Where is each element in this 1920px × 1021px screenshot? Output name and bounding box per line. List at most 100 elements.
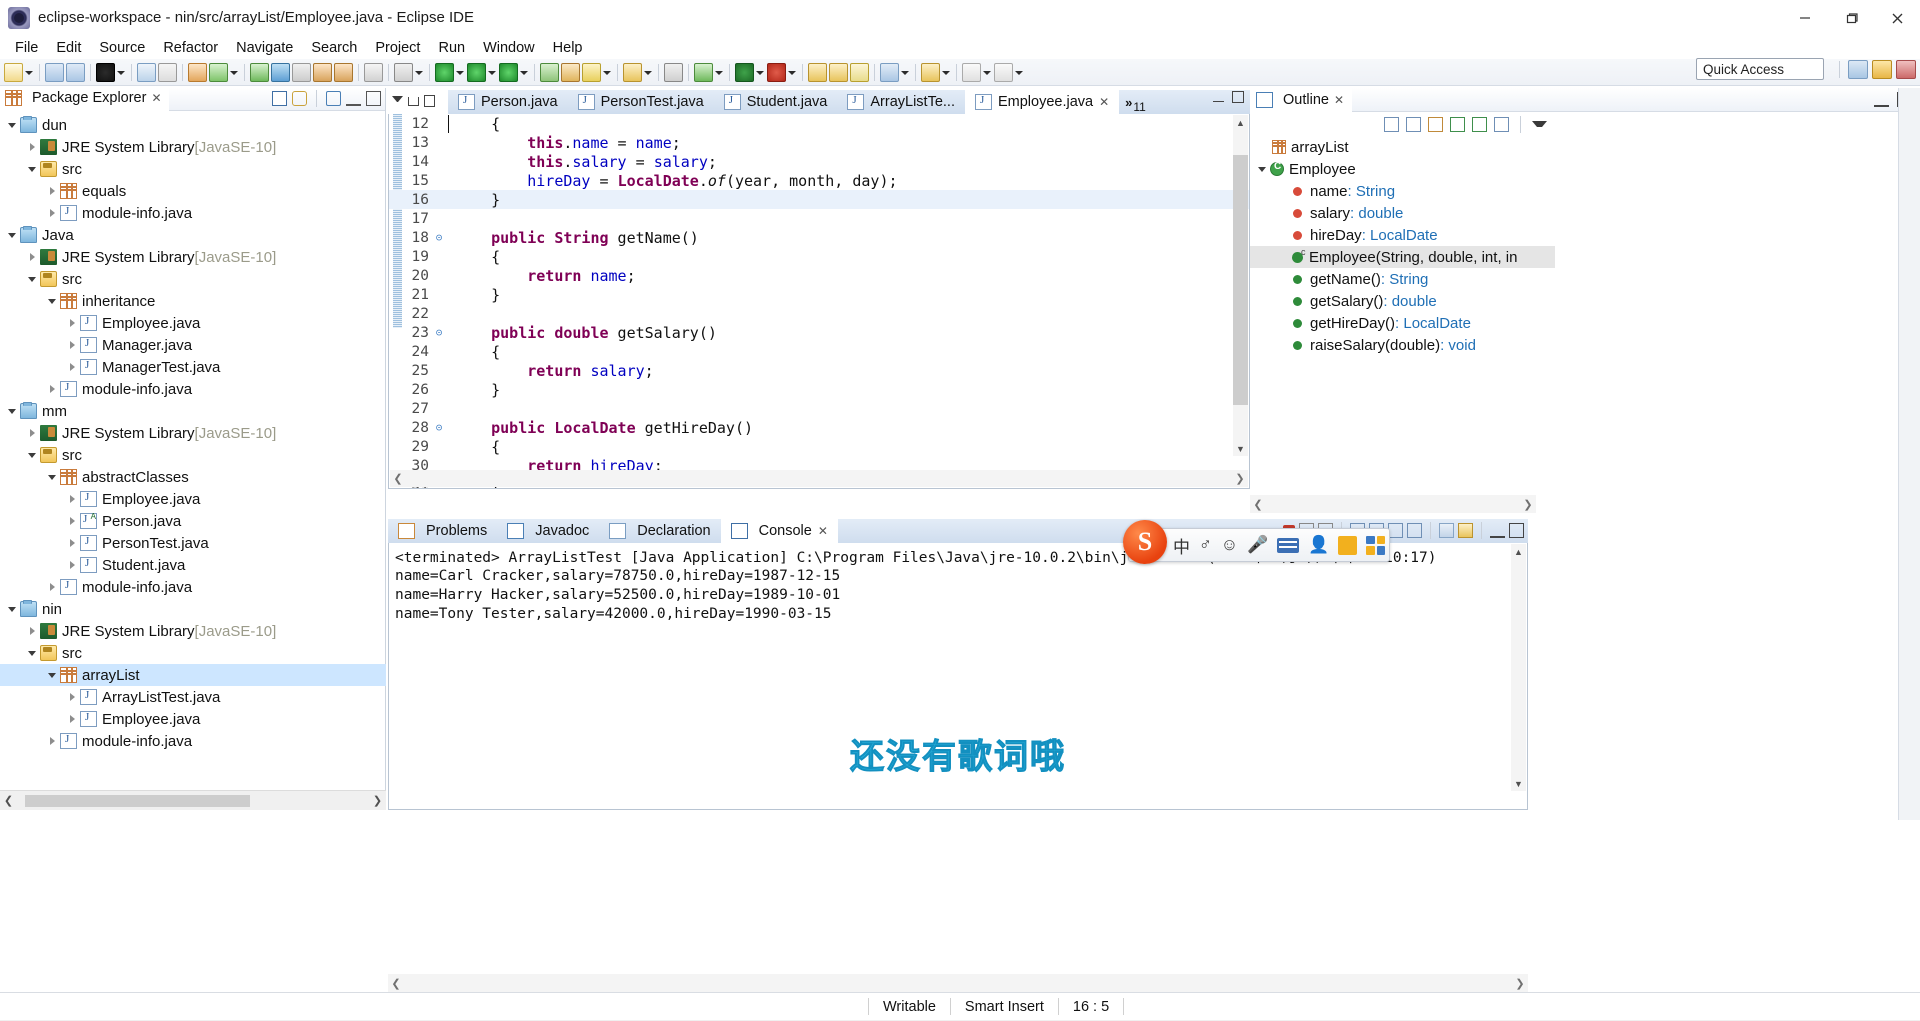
code-line[interactable]: 18 ⊝ public String getName() — [389, 228, 1249, 247]
history-icon[interactable] — [561, 62, 580, 82]
tree-item-module-info-java[interactable]: module-info.java — [0, 730, 386, 752]
outline-item-raisesalary-double[interactable]: raiseSalary(double) : void — [1250, 334, 1555, 356]
code-line[interactable]: 21 } — [389, 285, 1249, 304]
console-tab-declaration[interactable]: Declaration — [599, 519, 720, 543]
console-tab-problems[interactable]: Problems — [388, 519, 497, 543]
scroll-left-icon[interactable]: ❮ — [390, 472, 406, 485]
expand-arrow-down-icon[interactable] — [4, 409, 20, 414]
scroll-right-icon[interactable]: ❯ — [1232, 472, 1248, 485]
maximize-editor-icon[interactable] — [424, 95, 435, 107]
link-icon[interactable] — [292, 62, 311, 82]
save-all-icon[interactable] — [66, 62, 85, 82]
code-line[interactable]: 22 — [389, 304, 1249, 323]
menu-search[interactable]: Search — [302, 38, 366, 58]
download-icon[interactable] — [623, 62, 642, 82]
expand-arrow-down-icon[interactable] — [4, 233, 20, 238]
code-line[interactable]: 16 } — [389, 190, 1249, 209]
console-vscrollbar[interactable]: ▲ ▼ — [1511, 544, 1526, 791]
search-icon[interactable] — [250, 62, 269, 82]
tree-item-managertest-java[interactable]: ManagerTest.java — [0, 356, 386, 378]
new-wizard-icon[interactable] — [4, 62, 23, 82]
editor-tab-employee-java[interactable]: Employee.java ✕ — [964, 90, 1120, 114]
open-perspective-icon[interactable] — [1848, 60, 1868, 79]
collapse-all-icon[interactable] — [272, 91, 287, 106]
tree-item-module-info-java[interactable]: module-info.java — [0, 378, 386, 400]
hscroll-track[interactable] — [17, 791, 369, 810]
hide-nonpublic-icon[interactable] — [1472, 116, 1487, 132]
edit-icon[interactable] — [850, 62, 869, 82]
toolbar-dropdown-arrow[interactable] — [900, 63, 909, 82]
expand-arrow-right-icon[interactable] — [64, 363, 80, 371]
forward-icon[interactable] — [994, 62, 1013, 82]
open-file-icon[interactable] — [808, 62, 827, 82]
outline-item-gethireday[interactable]: getHireDay() : LocalDate — [1250, 312, 1555, 334]
minimize-button[interactable] — [1782, 0, 1828, 36]
toolbar-dropdown-arrow[interactable] — [602, 63, 611, 82]
bookmark-icon[interactable] — [921, 62, 940, 82]
menu-file[interactable]: File — [6, 38, 47, 58]
toolbar-dropdown-arrow[interactable] — [1014, 63, 1023, 82]
tree-item-employee-java[interactable]: Employee.java — [0, 312, 386, 334]
open-folder-icon[interactable] — [829, 62, 848, 82]
scroll-down-icon[interactable]: ▼ — [1511, 776, 1526, 791]
hide-local-types-icon[interactable] — [1494, 116, 1509, 132]
code-line[interactable]: 29 { — [389, 437, 1249, 456]
close-icon[interactable]: ✕ — [151, 91, 161, 105]
scroll-left-icon[interactable]: ❮ — [388, 977, 404, 990]
menu-project[interactable]: Project — [366, 38, 429, 58]
ime-language-mode[interactable]: 中 — [1173, 533, 1190, 558]
expand-arrow-down-icon[interactable] — [24, 277, 40, 282]
scroll-down-icon[interactable]: ▼ — [1233, 441, 1248, 456]
code-line[interactable]: 28 ⊝ public LocalDate getHireDay() — [389, 418, 1249, 437]
tree-item-persontest-java[interactable]: PersonTest.java — [0, 532, 386, 554]
expand-arrow-right-icon[interactable] — [64, 539, 80, 547]
new-java-class-icon[interactable] — [137, 62, 156, 82]
next-annotation-icon[interactable] — [334, 62, 353, 82]
scroll-up-icon[interactable]: ▲ — [1233, 115, 1248, 130]
maximize-icon[interactable] — [1232, 91, 1244, 103]
profile-icon[interactable] — [499, 62, 518, 82]
editor-vscrollbar[interactable]: ▲ ▼ — [1233, 115, 1248, 456]
toolbar-dropdown-arrow[interactable] — [982, 63, 991, 82]
view-icon[interactable] — [880, 62, 899, 82]
editor-tab-person-java[interactable]: Person.java — [448, 90, 568, 114]
tree-item-src[interactable]: src — [0, 642, 386, 664]
expand-arrow-right-icon[interactable] — [24, 627, 40, 635]
code-line[interactable]: 15 hireDay = LocalDate.of(year, month, d… — [389, 171, 1249, 190]
tree-item-src[interactable]: src — [0, 158, 386, 180]
expand-arrow-right-icon[interactable] — [44, 209, 60, 217]
code-line[interactable]: 23 ⊝ public double getSalary() — [389, 323, 1249, 342]
expand-arrow-right-icon[interactable] — [44, 737, 60, 745]
save-icon[interactable] — [45, 62, 64, 82]
editor-icon[interactable] — [271, 62, 290, 82]
new-annotation-icon[interactable] — [582, 62, 601, 82]
tree-item-jre-system-library[interactable]: JRE System Library [JavaSE-10] — [0, 620, 386, 642]
java-perspective-icon[interactable] — [1872, 60, 1892, 79]
expand-arrow-right-icon[interactable] — [44, 385, 60, 393]
expand-arrow-down-icon[interactable] — [44, 299, 60, 304]
expand-arrow-right-icon[interactable] — [64, 693, 80, 701]
outline-item-employee[interactable]: Employee — [1250, 158, 1555, 180]
close-icon[interactable]: ✕ — [818, 524, 828, 538]
toolbar-dropdown-arrow[interactable] — [787, 63, 796, 82]
maximize-button[interactable] — [1828, 0, 1874, 36]
toolbar-dropdown-arrow[interactable] — [755, 63, 764, 82]
view-menu-icon[interactable] — [1532, 121, 1547, 127]
expand-arrow-right-icon[interactable] — [64, 495, 80, 503]
close-icon[interactable]: ✕ — [1099, 95, 1109, 109]
outline-item-hireday[interactable]: hireDay : LocalDate — [1250, 224, 1555, 246]
outline-item-getname[interactable]: getName() : String — [1250, 268, 1555, 290]
tree-item-arraylist[interactable]: arrayList — [0, 664, 386, 686]
scroll-right-icon[interactable]: ❯ — [1520, 498, 1536, 511]
editor-tab-persontest-java[interactable]: PersonTest.java — [568, 90, 714, 114]
tree-item-nin[interactable]: nin — [0, 598, 386, 620]
fold-marker[interactable]: ⊝ — [429, 231, 449, 244]
expand-arrow-right-icon[interactable] — [64, 561, 80, 569]
expand-arrow-right-icon[interactable] — [24, 143, 40, 151]
run-icon[interactable] — [435, 62, 454, 82]
quick-access-input[interactable]: Quick Access — [1696, 58, 1824, 80]
tree-item-mm[interactable]: mm — [0, 400, 386, 422]
expand-arrow-down-icon[interactable] — [44, 475, 60, 480]
code-line[interactable]: 12 { — [389, 114, 1249, 133]
outline-item-salary[interactable]: salary : double — [1250, 202, 1555, 224]
